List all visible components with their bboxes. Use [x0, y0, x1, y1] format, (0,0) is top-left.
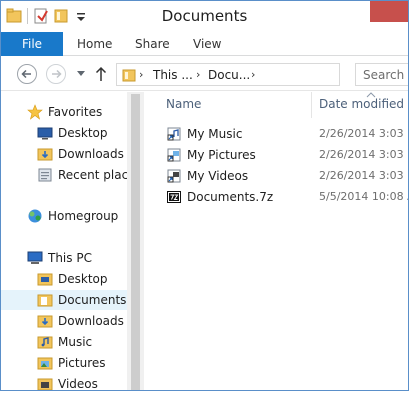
scrollbar-thumb[interactable] — [131, 94, 140, 390]
column-header-name[interactable]: Name — [166, 97, 201, 111]
file-name: Documents.7z — [187, 190, 274, 204]
file-date: 2/26/2014 3:03 PM — [319, 169, 408, 182]
nav-item-pc-videos[interactable]: Videos — [1, 374, 129, 390]
file-name: My Videos — [187, 169, 249, 183]
nav-item-desktop[interactable]: Desktop — [1, 123, 129, 143]
nav-item-pc-downloads[interactable]: Downloads — [1, 311, 129, 331]
file-name: My Pictures — [187, 148, 256, 162]
music-folder-shortcut-icon — [167, 127, 181, 141]
back-button[interactable] — [17, 64, 37, 84]
file-list: Name Date modified My Music 2/26/2014 3:… — [146, 92, 408, 390]
breadcrumb-this-pc[interactable]: This ... — [153, 68, 193, 82]
nav-item-pc-pictures[interactable]: Pictures — [1, 353, 129, 373]
videos-folder-shortcut-icon — [167, 169, 181, 183]
navigation-scrollbar[interactable] — [127, 92, 144, 390]
nav-homegroup[interactable]: Homegroup — [1, 206, 129, 226]
tab-home[interactable]: Home — [77, 32, 112, 56]
forward-arrow-icon — [52, 69, 62, 79]
file-row-my-music[interactable]: My Music 2/26/2014 3:03 PM — [166, 124, 408, 144]
back-arrow-icon — [21, 69, 31, 79]
desktop-icon — [37, 127, 53, 140]
file-row-my-videos[interactable]: My Videos 2/26/2014 3:03 PM — [166, 166, 408, 186]
7z-archive-icon — [167, 191, 181, 203]
column-divider[interactable] — [311, 92, 312, 118]
search-box[interactable] — [355, 63, 408, 86]
close-button[interactable] — [370, 1, 408, 22]
tab-file[interactable]: File — [1, 32, 63, 56]
up-arrow-icon[interactable] — [95, 66, 107, 82]
pictures-folder-icon — [37, 357, 53, 370]
file-row-documents-7z[interactable]: Documents.7z 5/5/2014 10:08 AM — [166, 187, 408, 207]
file-row-my-pictures[interactable]: My Pictures 2/26/2014 3:03 PM — [166, 145, 408, 165]
nav-this-pc[interactable]: This PC — [1, 248, 129, 268]
nav-item-downloads[interactable]: Downloads — [1, 144, 129, 164]
column-header-date-modified[interactable]: Date modified — [319, 97, 404, 111]
videos-folder-icon — [37, 378, 53, 390]
address-bar[interactable]: › This ... › Docu... › — [116, 63, 340, 86]
breadcrumb-chevron-icon[interactable]: › — [251, 68, 255, 81]
breadcrumb-documents[interactable]: Docu... — [208, 68, 250, 82]
file-date: 2/26/2014 3:03 PM — [319, 127, 408, 140]
this-pc-icon — [27, 251, 43, 264]
nav-item-pc-documents[interactable]: Documents — [1, 290, 129, 310]
file-date: 5/5/2014 10:08 AM — [319, 190, 408, 203]
window-title: Documents — [161, 7, 248, 25]
title-bar: Documents — [1, 1, 408, 32]
recent-locations-icon[interactable] — [77, 71, 85, 77]
nav-item-recent-places[interactable]: Recent places — [1, 165, 142, 185]
documents-folder-icon — [122, 69, 136, 82]
pictures-folder-shortcut-icon — [167, 148, 181, 162]
nav-item-pc-desktop[interactable]: Desktop — [1, 269, 129, 289]
tab-view[interactable]: View — [193, 32, 221, 56]
homegroup-icon — [28, 209, 42, 223]
music-folder-icon — [37, 336, 53, 349]
tab-share[interactable]: Share — [135, 32, 170, 56]
file-name: My Music — [187, 127, 243, 141]
breadcrumb-chevron-icon[interactable]: › — [139, 68, 143, 81]
ribbon-tabs: File Home Share View — [1, 32, 408, 56]
star-icon — [27, 104, 43, 120]
breadcrumb-chevron-icon[interactable]: › — [196, 68, 200, 81]
file-date: 2/26/2014 3:03 PM — [319, 148, 408, 161]
nav-item-pc-music[interactable]: Music — [1, 332, 129, 352]
search-input[interactable] — [356, 64, 408, 85]
documents-folder-icon — [37, 294, 53, 307]
explorer-window: Documents File Home Share View › This ..… — [0, 0, 409, 391]
address-row: › This ... › Docu... › — [1, 57, 408, 91]
forward-button[interactable] — [46, 64, 66, 84]
navigation-pane: Favorites Desktop Downloads Recent place… — [1, 92, 142, 390]
downloads-folder-icon — [37, 148, 53, 161]
nav-favorites[interactable]: Favorites — [1, 102, 129, 122]
recent-places-icon — [38, 168, 52, 182]
desktop-folder-icon — [37, 273, 53, 286]
downloads-folder-icon — [37, 315, 53, 328]
